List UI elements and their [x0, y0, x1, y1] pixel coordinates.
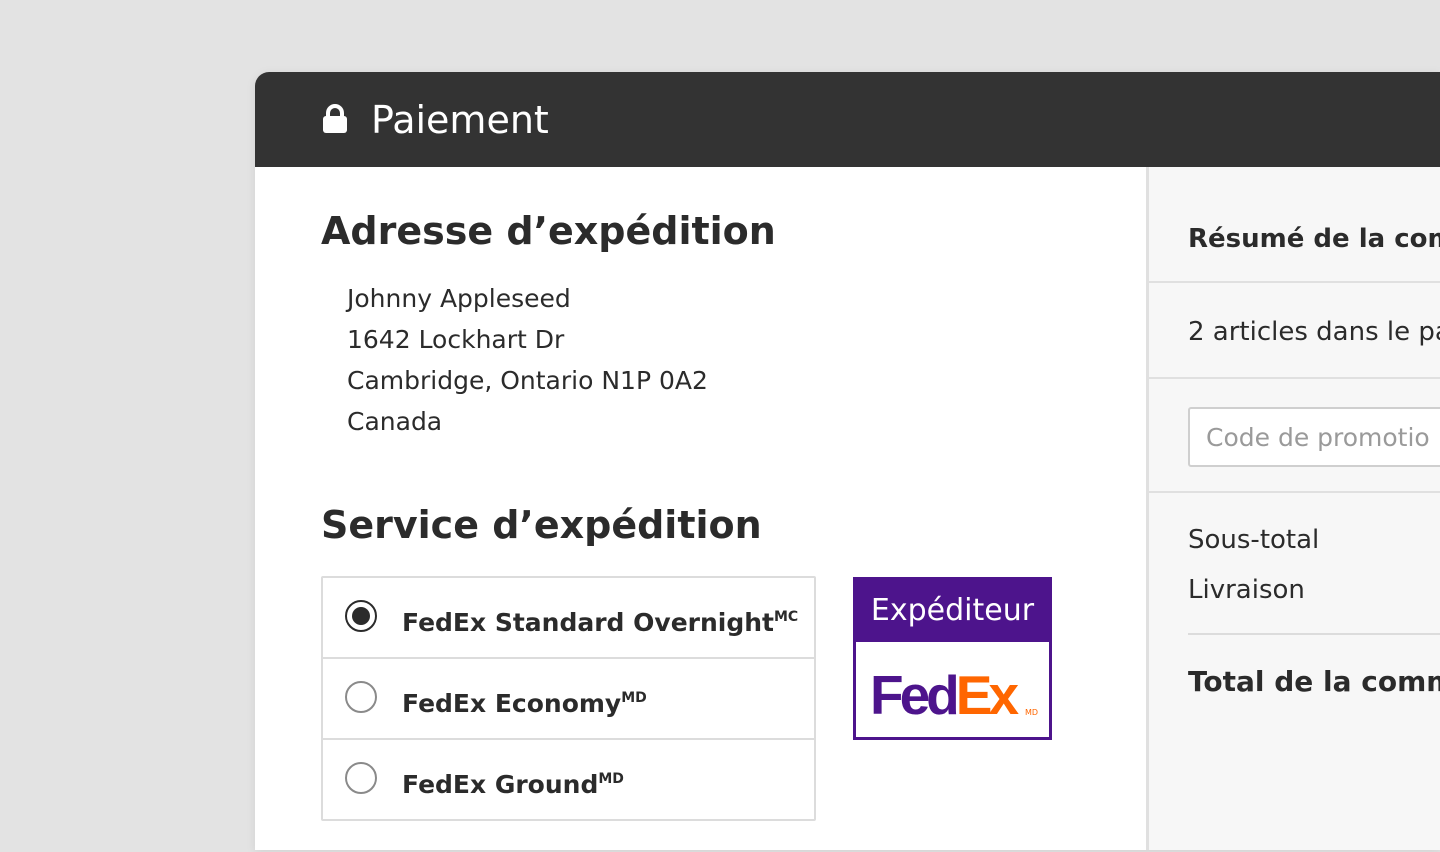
cart-items-row[interactable]: 2 articles dans le pa	[1149, 283, 1440, 379]
order-total-label: Total de la comma	[1188, 665, 1440, 698]
shipping-option-label: FedEx GroundMD	[402, 760, 624, 804]
cart-items-count[interactable]: 2 articles dans le pa	[1188, 314, 1440, 350]
shipping-address-heading: Adresse d’expédition	[321, 209, 776, 253]
shipping-option-name: FedEx Economy	[402, 689, 622, 718]
trademark-mark: MC	[774, 609, 799, 625]
carrier-heading: Expéditeur	[856, 580, 1049, 642]
shipping-option-name: FedEx Standard Overnight	[402, 608, 774, 637]
shipping-option-name: FedEx Ground	[402, 770, 599, 799]
shipping-option-standard-overnight[interactable]: FedEx Standard OvernightMC	[323, 578, 814, 659]
shipping-options: FedEx Standard OvernightMC FedEx Economy…	[321, 576, 816, 821]
checkout-main: Adresse d’expédition Johnny Appleseed 16…	[255, 167, 1146, 850]
address-name: Johnny Appleseed	[347, 284, 571, 313]
summary-header-row: Résumé de la com	[1149, 167, 1440, 283]
title-bar: Paiement	[255, 72, 1440, 167]
summary-divider	[1188, 633, 1440, 635]
radio-unselected[interactable]	[345, 762, 377, 794]
shipping-service-heading: Service d’expédition	[321, 503, 762, 547]
order-summary-heading: Résumé de la com	[1188, 224, 1440, 254]
trademark-mark: MD	[598, 771, 624, 787]
radio-unselected[interactable]	[345, 681, 377, 713]
fedex-logo-fed: Fed	[870, 664, 960, 726]
trademark-mark: MD	[621, 690, 647, 706]
carrier-badge: Expéditeur FedEx MD	[853, 577, 1052, 740]
subtotal-label: Sous-total	[1188, 525, 1320, 555]
promo-code-input[interactable]	[1188, 407, 1440, 467]
address-street: 1642 Lockhart Dr	[347, 325, 565, 354]
fedex-logo-mark: MD	[1025, 708, 1039, 717]
shipping-cost-label: Livraison	[1188, 575, 1305, 605]
address-city: Cambridge, Ontario N1P 0A2	[347, 366, 708, 395]
page-title: Paiement	[371, 98, 549, 142]
fedex-logo: FedEx	[870, 664, 1019, 726]
order-summary: Résumé de la com 2 articles dans le pa S…	[1146, 167, 1440, 850]
checkout-window: Paiement Adresse d’expédition Johnny App…	[255, 72, 1440, 850]
fedex-logo-ex: Ex	[955, 664, 1019, 726]
shipping-option-label: FedEx EconomyMD	[402, 679, 647, 723]
shipping-option-ground[interactable]: FedEx GroundMD	[323, 740, 814, 819]
radio-selected[interactable]	[345, 600, 377, 632]
lock-icon	[322, 104, 348, 134]
shipping-address: Johnny Appleseed 1642 Lockhart Dr Cambri…	[347, 278, 708, 442]
shipping-option-label: FedEx Standard OvernightMC	[402, 598, 798, 642]
address-country: Canada	[347, 407, 443, 436]
shipping-option-economy[interactable]: FedEx EconomyMD	[323, 659, 814, 740]
